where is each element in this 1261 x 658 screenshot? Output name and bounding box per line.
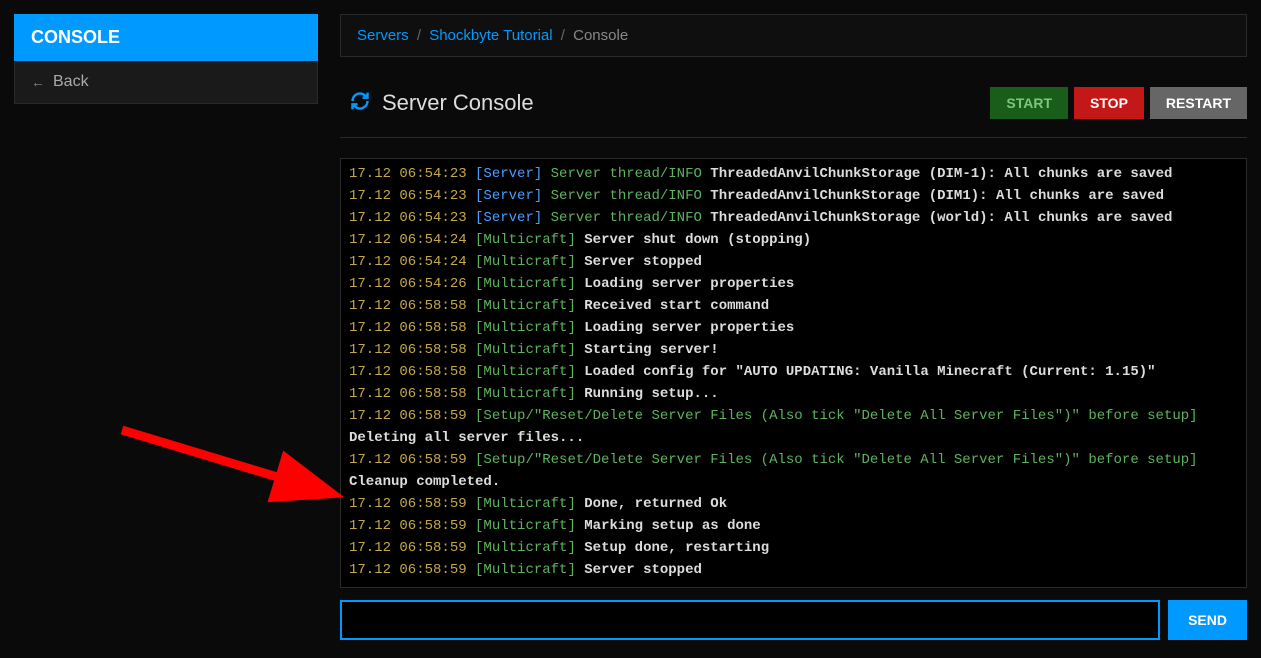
restart-button[interactable]: RESTART: [1150, 87, 1247, 119]
log-line: 17.12 06:58:58 [Multicraft] Loaded confi…: [349, 361, 1238, 383]
breadcrumb-separator: /: [561, 27, 565, 44]
stop-button[interactable]: STOP: [1074, 87, 1144, 119]
log-line: 17.12 06:54:24 [Multicraft] Server shut …: [349, 229, 1238, 251]
start-button[interactable]: START: [990, 87, 1068, 119]
refresh-icon[interactable]: [350, 91, 370, 116]
log-line: 17.12 06:54:26 [Multicraft] Loading serv…: [349, 273, 1238, 295]
log-line: 17.12 06:54:23 [Server] Server thread/IN…: [349, 163, 1238, 185]
console-header: Server Console START STOP RESTART: [340, 67, 1247, 138]
breadcrumb: Servers / Shockbyte Tutorial / Console: [340, 14, 1247, 57]
breadcrumb-server-name[interactable]: Shockbyte Tutorial: [429, 27, 552, 44]
log-line: Deleting all server files...: [349, 427, 1238, 449]
server-controls: START STOP RESTART: [990, 87, 1247, 119]
log-line: 17.12 06:54:23 [Server] Server thread/IN…: [349, 185, 1238, 207]
command-input[interactable]: [340, 600, 1160, 640]
sidebar: CONSOLE ← Back: [14, 14, 318, 104]
log-line: 17.12 06:58:59 [Setup/"Reset/Delete Serv…: [349, 405, 1238, 427]
breadcrumb-separator: /: [417, 27, 421, 44]
back-button[interactable]: ← Back: [14, 61, 318, 104]
log-line: 17.12 06:58:59 [Multicraft] Server stopp…: [349, 559, 1238, 581]
main-content: Servers / Shockbyte Tutorial / Console S…: [340, 14, 1247, 640]
log-line: 17.12 06:58:59 [Multicraft] Marking setu…: [349, 515, 1238, 537]
log-line: 17.12 06:58:59 [Setup/"Reset/Delete Serv…: [349, 449, 1238, 471]
back-label: Back: [53, 73, 89, 91]
log-line: 17.12 06:58:58 [Multicraft] Starting ser…: [349, 339, 1238, 361]
log-line: 17.12 06:58:58 [Multicraft] Received sta…: [349, 295, 1238, 317]
command-row: SEND: [340, 600, 1247, 640]
arrow-left-icon: ←: [31, 74, 45, 90]
log-line: 17.12 06:58:58 [Multicraft] Loading serv…: [349, 317, 1238, 339]
log-line: 17.12 06:54:24 [Multicraft] Server stopp…: [349, 251, 1238, 273]
log-line: Cleanup completed.: [349, 471, 1238, 493]
log-line: 17.12 06:58:59 [Multicraft] Done, return…: [349, 493, 1238, 515]
sidebar-title: CONSOLE: [14, 14, 318, 61]
console-title: Server Console: [382, 90, 534, 116]
breadcrumb-current: Console: [573, 27, 628, 44]
log-line: 17.12 06:54:23 [Server] Server thread/IN…: [349, 207, 1238, 229]
console-title-group: Server Console: [350, 90, 534, 116]
log-line: 17.12 06:58:59 [Multicraft] Setup done, …: [349, 537, 1238, 559]
send-button[interactable]: SEND: [1168, 600, 1247, 640]
breadcrumb-servers[interactable]: Servers: [357, 27, 409, 44]
console-output[interactable]: 17.12 06:54:23 [Server] Server thread/IN…: [340, 158, 1247, 588]
log-line: 17.12 06:58:58 [Multicraft] Running setu…: [349, 383, 1238, 405]
annotation-arrow: [112, 420, 352, 510]
